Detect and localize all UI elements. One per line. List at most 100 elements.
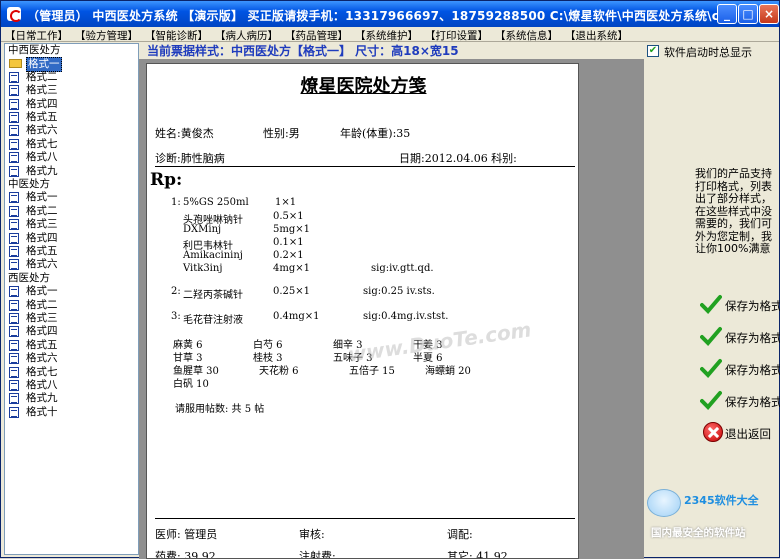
checkmark-icon bbox=[700, 327, 722, 346]
action-label: 保存为格式 bbox=[725, 299, 780, 313]
tree-item-label: 格式四 bbox=[26, 325, 58, 338]
window-title: （管理员） 中西医处方系统 【演示版】 买正版请拨手机：13317966697、… bbox=[27, 9, 768, 23]
tree-item-label: 格式二 bbox=[26, 204, 58, 217]
document-icon bbox=[9, 353, 19, 365]
app-window: （管理员） 中西医处方系统 【演示版】 买正版请拨手机：13317966697、… bbox=[0, 0, 780, 559]
herb-item: 白矾 10 bbox=[173, 379, 209, 390]
document-icon bbox=[9, 393, 19, 405]
patient-sex: 性别:男 bbox=[263, 127, 300, 140]
menu-drugs[interactable]: 【药品管理】 bbox=[285, 28, 348, 43]
folder-open-icon bbox=[9, 59, 22, 69]
drug-name: 二羟丙茶碱针 bbox=[183, 290, 243, 301]
herb-item: 天花粉 6 bbox=[259, 366, 299, 377]
date-dept: 日期:2012.04.06 科别: bbox=[399, 152, 517, 165]
document-icon bbox=[9, 259, 19, 271]
tree-item-label: 格式六 bbox=[26, 352, 58, 365]
document-icon bbox=[9, 313, 19, 324]
menu-diagnosis[interactable]: 【智能诊断】 bbox=[145, 28, 208, 43]
menu-exit[interactable]: 【退出系统】 bbox=[565, 28, 628, 43]
patient-name: 姓名:黄俊杰 bbox=[155, 127, 214, 140]
injection-fee: 注射费: bbox=[299, 550, 336, 559]
prescription-title: 燎星医院处方笺 bbox=[300, 76, 427, 97]
tree-item-label: 格式六 bbox=[26, 258, 58, 271]
drug-name: DXMinj bbox=[183, 224, 222, 235]
note-line: 出了部分样式， bbox=[695, 192, 772, 205]
tree-item-label: 格式一 bbox=[26, 191, 58, 204]
close-button[interactable]: × bbox=[759, 4, 779, 24]
preview-area: 燎星医院处方笺 姓名:黄俊杰 性别:男 年龄(体重):35 诊断:肺性脑病 日期… bbox=[139, 59, 644, 559]
tree-item-label: 格式二 bbox=[26, 298, 58, 311]
diagnosis: 诊断:肺性脑病 bbox=[155, 152, 225, 165]
title-bar: （管理员） 中西医处方系统 【演示版】 买正版请拨手机：13317966697、… bbox=[1, 1, 779, 27]
drug-number: 2: bbox=[171, 286, 181, 297]
tree-item-label: 格式四 bbox=[26, 97, 58, 110]
checkmark-icon bbox=[700, 295, 722, 314]
drug-name: 5%GS 250ml bbox=[183, 197, 249, 208]
tree-item-label: 格式七 bbox=[26, 365, 58, 378]
drug-number: 1: bbox=[171, 197, 181, 208]
document-icon bbox=[9, 326, 19, 338]
tree-group[interactable]: 西医处方 bbox=[8, 272, 50, 285]
minimize-button[interactable]: _ bbox=[717, 4, 737, 24]
tree-group[interactable]: 中医处方 bbox=[8, 178, 50, 191]
tree-item-label: 格式十 bbox=[26, 405, 58, 418]
menu-system-info[interactable]: 【系统信息】 bbox=[495, 28, 558, 43]
tree-item-label: 格式八 bbox=[26, 151, 58, 164]
checkbox-icon[interactable]: ✔ bbox=[647, 45, 659, 57]
tree-item-label: 格式八 bbox=[26, 379, 58, 391]
drug-sig: sig:0.4mg.iv.stst. bbox=[363, 311, 449, 322]
startup-checkbox-label: 软件启动时总显示 bbox=[664, 46, 752, 59]
other-fee: 其它: 41.92 bbox=[447, 550, 508, 559]
checkmark-icon bbox=[700, 391, 722, 410]
review: 审核: bbox=[299, 528, 325, 541]
prescription-paper: 燎星医院处方笺 姓名:黄俊杰 性别:男 年龄(体重):35 诊断:肺性脑病 日期… bbox=[146, 63, 579, 559]
tree-item-label: 格式五 bbox=[26, 338, 58, 351]
tree-item-label: 格式二 bbox=[26, 70, 58, 83]
drug-dose: 0.5×1 bbox=[273, 211, 304, 222]
drug-number: 3: bbox=[171, 311, 181, 322]
menu-maintenance[interactable]: 【系统维护】 bbox=[355, 28, 418, 43]
brand-subtext: 国内最安全的软件站 bbox=[651, 527, 746, 539]
format-tree[interactable]: 中西医处方 格式一 格式二 格式三 格式四 格式五 格式六 格式七 格式八 格式九 中医处方 格式一格… bbox=[4, 43, 139, 555]
action-label: 退出返回 bbox=[725, 427, 771, 441]
note-line: 让你100%满意 bbox=[695, 242, 771, 255]
action-label: 保存为格式 bbox=[725, 395, 780, 409]
tree-group[interactable]: 中西医处方 bbox=[8, 44, 61, 57]
document-icon bbox=[9, 205, 19, 217]
document-icon bbox=[9, 192, 19, 204]
drug-dose: 0.4mg×1 bbox=[273, 311, 320, 322]
document-icon bbox=[9, 112, 19, 123]
document-icon bbox=[9, 406, 19, 418]
rx-label: Rp: bbox=[150, 170, 183, 190]
document-icon bbox=[9, 125, 19, 137]
note-line: 我们的产品支持 bbox=[695, 168, 772, 180]
mascot-icon bbox=[647, 489, 681, 517]
menu-daily-work[interactable]: 【日常工作】 bbox=[5, 28, 68, 43]
drug-name: Vitk3inj bbox=[183, 263, 223, 274]
maximize-button[interactable]: □ bbox=[738, 4, 758, 24]
document-icon bbox=[9, 219, 19, 231]
patient-age: 年龄(体重):35 bbox=[340, 127, 411, 140]
tree-item-label: 格式三 bbox=[26, 312, 58, 324]
checkmark-icon bbox=[700, 359, 722, 378]
menu-print-settings[interactable]: 【打印设置】 bbox=[425, 28, 488, 43]
drug-dose: 4mg×1 bbox=[273, 263, 310, 274]
tree-item-label: 格式五 bbox=[26, 245, 58, 257]
drug-dose: 0.25×1 bbox=[273, 286, 311, 297]
dose-count: 请服用帖数: 共 5 帖 bbox=[175, 404, 265, 415]
tree-item-label: 格式七 bbox=[26, 137, 58, 150]
document-icon bbox=[9, 165, 19, 177]
drug-name: 毛花苷注射液 bbox=[183, 315, 243, 326]
menu-recipes[interactable]: 【验方管理】 bbox=[75, 28, 138, 43]
menu-patient-records[interactable]: 【病人病历】 bbox=[215, 28, 278, 43]
document-icon bbox=[9, 246, 19, 257]
herb-item: 海螵蛸 20 bbox=[425, 366, 471, 377]
tree-item-label: 格式一 bbox=[26, 285, 58, 298]
brand-text: 2345软件大全 bbox=[684, 494, 759, 507]
tree-item-label: 格式九 bbox=[26, 392, 58, 405]
document-icon bbox=[9, 299, 19, 311]
document-icon bbox=[9, 98, 19, 110]
tree-item-label: 格式三 bbox=[26, 84, 58, 97]
doctor: 医师: 管理员 bbox=[155, 528, 218, 541]
brand-watermark: 2345软件大全 国内最安全的软件站 bbox=[643, 489, 780, 545]
